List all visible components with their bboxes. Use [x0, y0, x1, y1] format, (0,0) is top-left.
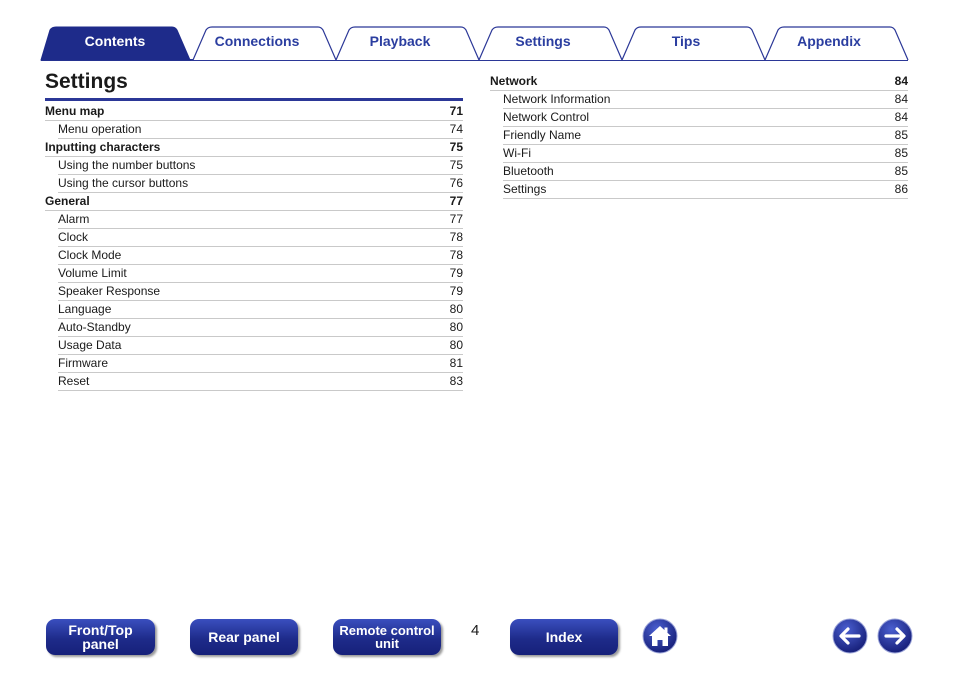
toc-entry-label: Wi-Fi: [503, 146, 531, 160]
toc-entry-page-number: 83: [449, 374, 463, 388]
rear-panel-button[interactable]: Rear panel: [190, 619, 298, 655]
toc-entry[interactable]: Usage Data 80: [58, 337, 463, 355]
index-button[interactable]: Index: [510, 619, 618, 655]
toc-entry-page-number: 77: [449, 212, 463, 226]
toc-entry-page-number: 78: [449, 248, 463, 262]
toc-entry[interactable]: Language 80: [58, 301, 463, 319]
index-label: Index: [545, 629, 583, 645]
toc-entry[interactable]: Friendly Name 85: [503, 127, 908, 145]
toc-entry[interactable]: Reset 83: [58, 373, 463, 391]
toc-entry[interactable]: Network Information 84: [503, 91, 908, 109]
toc-entry-label: Auto-Standby: [58, 320, 131, 334]
title-divider: [45, 98, 463, 101]
arrow-left-icon[interactable]: [832, 618, 868, 654]
toc-entry-label: Network Control: [503, 110, 590, 124]
toc-entry-label: Alarm: [58, 212, 90, 226]
toc-entry-label: Menu operation: [58, 122, 142, 136]
toc-entry[interactable]: Network Control 84: [503, 109, 908, 127]
tab-tips[interactable]: Tips: [636, 33, 736, 49]
rear-panel-label: Rear panel: [208, 629, 280, 645]
arrow-right-icon[interactable]: [877, 618, 913, 654]
tab-connections[interactable]: Connections: [207, 33, 307, 49]
toc-entry-page-number: 84: [894, 74, 908, 88]
toc-entry-page-number: 86: [894, 182, 908, 196]
front-top-panel-label: Front/Top panel: [68, 622, 133, 652]
toc-entry-page-number: 80: [449, 338, 463, 352]
tab-playback[interactable]: Playback: [350, 33, 450, 49]
toc-entry-label: Language: [58, 302, 112, 316]
toc-entry-page-number: 85: [894, 146, 908, 160]
toc-entry-label: Using the number buttons: [58, 158, 196, 172]
toc-entry-label: Network: [490, 74, 538, 88]
toc-entry-label: Clock Mode: [58, 248, 122, 262]
tab-bar: Contents Connections Playback Settings T…: [0, 0, 954, 64]
toc-entry-page-number: 78: [449, 230, 463, 244]
toc-entry[interactable]: Clock 78: [58, 229, 463, 247]
toc-entry-page-number: 84: [894, 110, 908, 124]
toc-entry-page-number: 76: [449, 176, 463, 190]
toc-entry-label: Inputting characters: [45, 140, 161, 154]
tab-settings[interactable]: Settings: [493, 33, 593, 49]
toc-entry-label: Volume Limit: [58, 266, 127, 280]
toc-entry-label: Speaker Response: [58, 284, 161, 298]
toc-entry[interactable]: Menu operation 74: [58, 121, 463, 139]
toc-entry[interactable]: Settings 86: [503, 181, 908, 199]
toc-entry-label: Network Information: [503, 92, 611, 106]
toc-entry[interactable]: Using the cursor buttons 76: [58, 175, 463, 193]
toc-right-column: Network 84 Network Information 84 Network Co…: [490, 73, 908, 199]
toc-entry-page-number: 85: [894, 164, 908, 178]
toc-entry[interactable]: Auto-Standby 80: [58, 319, 463, 337]
toc-entry-page-number: 75: [449, 158, 463, 172]
home-icon[interactable]: [642, 618, 678, 654]
toc-entry-label: Clock: [58, 230, 89, 244]
toc-left-column: Menu map 71 Menu operation 74 Inputting char…: [45, 103, 463, 391]
front-top-panel-button[interactable]: Front/Top panel: [46, 619, 155, 655]
toc-section-heading[interactable]: Inputting characters 75: [45, 139, 463, 157]
toc-entry-page-number: 75: [449, 140, 463, 154]
remote-control-unit-button[interactable]: Remote control unit: [333, 619, 441, 655]
toc-entry-label: Using the cursor buttons: [58, 176, 189, 190]
toc-entry-label: Friendly Name: [503, 128, 582, 142]
toc-entry-page-number: 81: [449, 356, 463, 370]
toc-entry-label: Bluetooth: [503, 164, 554, 178]
toc-entry-label: General: [45, 194, 90, 208]
page-number: 4: [471, 622, 480, 639]
toc-entry-page-number: 77: [449, 194, 463, 208]
tab-appendix[interactable]: Appendix: [779, 33, 879, 49]
remote-control-unit-label: Remote control unit: [339, 623, 435, 651]
toc-entry-label: Firmware: [58, 356, 108, 370]
toc-section-heading[interactable]: Menu map 71: [45, 103, 463, 121]
toc-entry-page-number: 80: [449, 320, 463, 334]
toc-entry[interactable]: Firmware 81: [58, 355, 463, 373]
toc-entry[interactable]: Alarm 77: [58, 211, 463, 229]
toc-entry-page-number: 84: [894, 92, 908, 106]
toc-entry-label: Settings: [503, 182, 547, 196]
toc-entry-page-number: 79: [449, 284, 463, 298]
tab-contents[interactable]: Contents: [56, 33, 174, 49]
toc-entry-page-number: 85: [894, 128, 908, 142]
toc-section-heading[interactable]: General 77: [45, 193, 463, 211]
toc-entry-page-number: 71: [449, 104, 463, 118]
tab-bar-shapes: [40, 26, 909, 61]
toc-entry-page-number: 79: [449, 266, 463, 280]
toc-entry-label: Usage Data: [58, 338, 122, 352]
toc-entry[interactable]: Wi-Fi 85: [503, 145, 908, 163]
toc-section-heading[interactable]: Network 84: [490, 73, 908, 91]
page-title: Settings: [45, 70, 128, 93]
toc-entry[interactable]: Bluetooth 85: [503, 163, 908, 181]
toc-entry[interactable]: Speaker Response 79: [58, 283, 463, 301]
toc-entry[interactable]: Using the number buttons 75: [58, 157, 463, 175]
toc-entry-label: Reset: [58, 374, 90, 388]
toc-entry-label: Menu map: [45, 104, 105, 118]
toc-entry-page-number: 74: [449, 122, 463, 136]
toc-entry[interactable]: Clock Mode 78: [58, 247, 463, 265]
toc-entry-page-number: 80: [449, 302, 463, 316]
toc-entry[interactable]: Volume Limit 79: [58, 265, 463, 283]
